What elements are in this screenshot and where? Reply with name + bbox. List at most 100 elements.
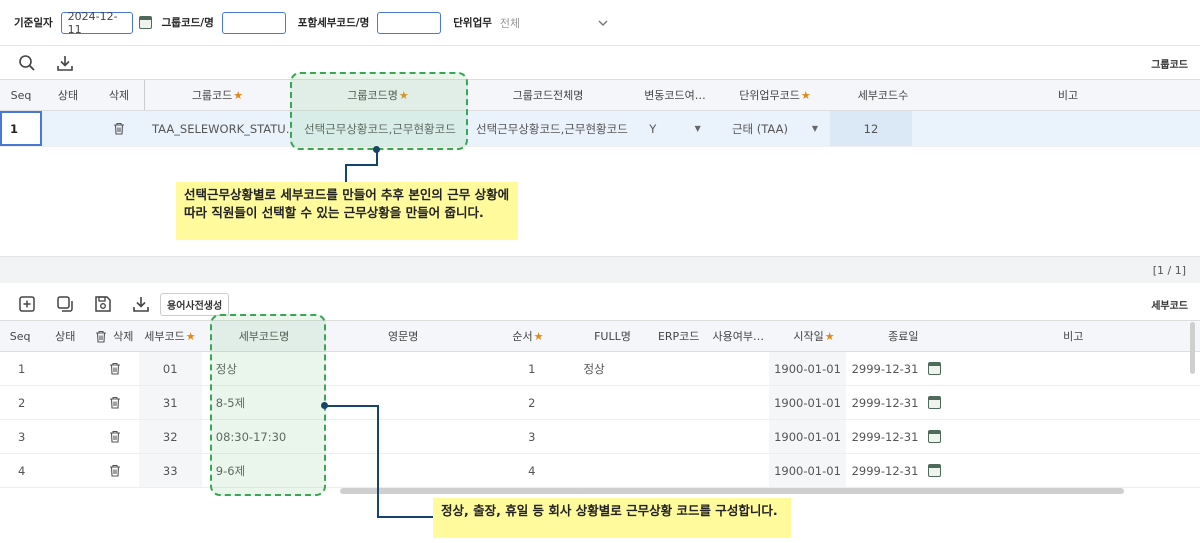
row-erp-code[interactable] [651,420,710,453]
row-order[interactable]: 3 [480,420,578,453]
row-note[interactable] [947,454,1200,487]
calendar-icon[interactable] [928,362,942,375]
col-english-name[interactable]: 영문명 [326,321,480,351]
row-order[interactable]: 1 [480,352,578,385]
col-erp-code[interactable]: ERP코드 [649,321,709,351]
dropdown-arrow-icon[interactable]: ▼ [695,124,701,133]
row-delete[interactable] [91,420,139,453]
row-english-name[interactable] [327,454,480,487]
row-group-code[interactable]: TAA_SELEWORK_STATU… [144,111,290,146]
row-end-date[interactable]: 2999-12-31 [846,386,947,419]
col-seq[interactable]: Seq [0,321,40,351]
row-use-flag[interactable] [710,420,769,453]
row-english-name[interactable] [327,386,480,419]
row-note[interactable] [947,386,1200,419]
row-delete[interactable] [91,454,139,487]
row-order[interactable]: 4 [480,454,578,487]
row-end-date[interactable]: 2999-12-31 [846,454,947,487]
group-code-input[interactable] [221,11,286,34]
row-note[interactable] [947,420,1200,453]
col-start-date[interactable]: 시작일 ★ [768,321,860,351]
row-use-flag[interactable] [710,386,769,419]
row-group-full-name[interactable]: 선택근무상황코드,근무현황코드 [466,111,630,146]
row-unit-task-code[interactable]: 근태 (TAA) ▼ [720,111,830,146]
create-glossary-button[interactable]: 용어사전생성 [160,292,230,316]
col-delete[interactable]: 삭제 [94,80,144,110]
col-status[interactable]: 상태 [42,80,94,110]
col-full-name[interactable]: FULL명 [576,321,649,351]
col-status[interactable]: 상태 [40,321,90,351]
trash-icon[interactable] [109,464,121,477]
row-full-name[interactable]: 정상 [578,352,651,385]
col-note[interactable]: 비고 [936,80,1200,110]
dropdown-arrow-icon[interactable]: ▼ [812,124,818,133]
pagination[interactable]: [1 / 1] [0,256,1200,283]
col-note[interactable]: 비고 [947,321,1200,351]
row-end-date[interactable]: 2999-12-31 [846,420,947,453]
save-icon[interactable] [92,293,114,315]
table-row[interactable]: 2 31 8-5제 2 1900-01-01 2999-12-31 [0,386,1200,420]
row-delete[interactable] [91,386,139,419]
row-delete[interactable] [91,352,139,385]
trash-icon[interactable] [109,362,121,375]
trash-icon[interactable] [109,396,121,409]
col-order[interactable]: 순서 ★ [480,321,576,351]
row-english-name[interactable] [327,420,480,453]
col-group-code[interactable]: 그룹코드 ★ [144,80,290,110]
calendar-icon[interactable] [928,430,942,443]
row-end-date[interactable]: 2999-12-31 [846,352,947,385]
col-sub-count[interactable]: 세부코드수 [830,80,936,110]
col-delete[interactable]: 삭제 [90,321,138,351]
row-use-flag[interactable] [710,454,769,487]
table-row[interactable]: 1 TAA_SELEWORK_STATU… 선택근무상황코드,근무현황코드 선택… [0,111,1200,147]
row-use-flag[interactable] [710,352,769,385]
col-sub-code[interactable]: 세부코드 ★ [138,321,201,351]
trash-icon[interactable] [109,430,121,443]
row-note[interactable] [947,352,1200,385]
table-row[interactable]: 1 01 정상 1 정상 1900-01-01 2999-12-31 [0,352,1200,386]
col-unit-task-code[interactable]: 단위업무코드 ★ [720,80,830,110]
row-variable-code[interactable]: Y ▼ [630,111,720,146]
row-full-name[interactable] [578,454,651,487]
sub-code-input[interactable] [377,11,442,34]
col-group-full-name[interactable]: 그룹코드전체명 [466,80,630,110]
col-variable-code[interactable]: 변동코드여… [630,80,720,110]
row-start-date[interactable]: 1900-01-01 [769,386,846,419]
col-end-date[interactable]: 종료일 [860,321,946,351]
calendar-icon[interactable] [928,396,942,409]
row-sub-code[interactable]: 31 [138,386,202,419]
vertical-scrollbar[interactable] [1190,322,1195,374]
highlight-group-name [290,72,468,150]
add-row-icon[interactable] [16,293,38,315]
unit-task-select[interactable]: 전체 [500,12,612,34]
col-seq[interactable]: Seq [0,80,42,110]
search-icon[interactable] [16,52,38,74]
row-start-date[interactable]: 1900-01-01 [769,420,846,453]
horizontal-scrollbar[interactable] [340,488,1124,494]
row-erp-code[interactable] [651,454,710,487]
row-delete[interactable] [94,111,144,146]
row-sub-code[interactable]: 33 [138,454,202,487]
row-english-name[interactable] [327,352,480,385]
trash-icon[interactable] [113,122,125,135]
row-sub-code[interactable]: 32 [138,420,202,453]
row-erp-code[interactable] [651,386,710,419]
row-note[interactable] [912,111,1200,146]
copy-icon[interactable] [54,293,76,315]
row-sub-code[interactable]: 01 [138,352,202,385]
table-row[interactable]: 3 32 08:30-17:30 3 1900-01-01 2999-12-31 [0,420,1200,454]
download-icon[interactable] [54,52,76,74]
row-erp-code[interactable] [651,352,710,385]
detail-code-grid: Seq 상태 삭제 세부코드 ★ 세부코드명 영문명 순서 ★ FULL명 ERP코… [0,320,1200,488]
base-date-input[interactable]: 2024-12-11 [60,10,133,36]
row-order[interactable]: 2 [480,386,578,419]
row-start-date[interactable]: 1900-01-01 [769,352,846,385]
row-full-name[interactable] [578,386,651,419]
download-icon[interactable] [130,293,152,315]
calendar-icon[interactable] [928,464,942,477]
table-row[interactable]: 4 33 9-6제 4 1900-01-01 2999-12-31 [0,454,1200,488]
row-start-date[interactable]: 1900-01-01 [769,454,846,487]
calendar-icon[interactable] [138,16,152,29]
row-full-name[interactable] [578,420,651,453]
col-use-flag[interactable]: 사용여부… [708,321,768,351]
